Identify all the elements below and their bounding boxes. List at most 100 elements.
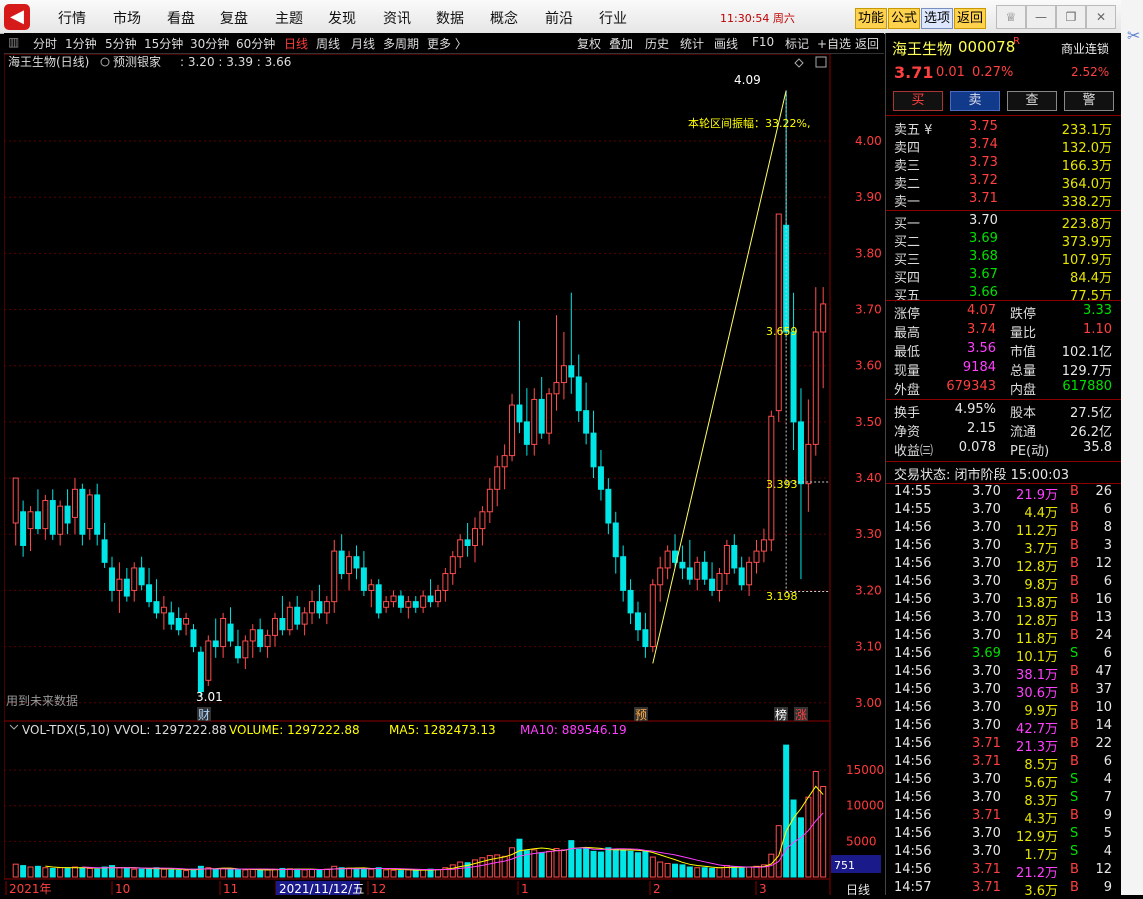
tool-button[interactable]: +自选 <box>817 35 851 52</box>
tick-volume: 10.1万 <box>1016 650 1058 665</box>
volume-bar <box>664 862 671 878</box>
scissors-icon[interactable]: ✂ <box>1127 26 1140 45</box>
app-logo-icon[interactable]: ◀ <box>4 4 30 30</box>
tick-row[interactable]: 14:56 3.70 42.7万 B 14 <box>886 718 1122 737</box>
tick-row[interactable]: 14:56 3.71 8.5万 B 6 <box>886 754 1122 773</box>
tick-row[interactable]: 14:56 3.70 8.3万 S 7 <box>886 790 1122 809</box>
function-button[interactable]: 功能 <box>855 8 888 29</box>
period-tab[interactable]: 周线 <box>316 35 340 52</box>
options-button[interactable]: 选项 <box>921 8 954 29</box>
tick-row[interactable]: 14:56 3.70 1.7万 S 4 <box>886 844 1122 863</box>
kline-chart[interactable]: 4.00 3.90 3.80 3.70 3.60 3.50 3.40 3.30 3.20 3.10… <box>4 54 884 895</box>
period-tab[interactable]: 30分钟 <box>190 35 229 52</box>
tick-row[interactable]: 14:56 3.70 11.2万 B 8 <box>886 520 1122 539</box>
menu-item[interactable]: 资讯 <box>383 8 411 28</box>
candle-body <box>420 595 427 608</box>
period-tab[interactable]: 15分钟 <box>144 35 183 52</box>
tick-row[interactable]: 14:56 3.70 5.6万 S 4 <box>886 772 1122 791</box>
menu-item[interactable]: 前沿 <box>545 8 573 28</box>
candle-body <box>42 500 49 530</box>
tool-button[interactable]: F10 <box>752 35 774 49</box>
tick-row[interactable]: 14:56 3.70 13.8万 B 16 <box>886 592 1122 611</box>
tick-row[interactable]: 14:56 3.70 11.8万 B 24 <box>886 628 1122 647</box>
tool-button[interactable]: 历史 <box>645 35 669 52</box>
tick-row[interactable]: 14:56 3.70 12.9万 S 5 <box>886 826 1122 845</box>
return-button[interactable]: 返回 <box>954 8 987 29</box>
tick-row[interactable]: 14:56 3.70 3.7万 B 3 <box>886 538 1122 557</box>
candle-body <box>797 421 804 485</box>
menu-item[interactable]: 看盘 <box>167 8 195 28</box>
tool-button[interactable]: 返回 <box>855 35 879 52</box>
menu-item[interactable]: 概念 <box>490 8 518 28</box>
tick-row[interactable]: 14:56 3.70 30.6万 B 37 <box>886 682 1122 701</box>
limit-up-marker: 涨 <box>795 707 807 722</box>
tool-button[interactable]: 画线 <box>714 35 738 52</box>
tick-row[interactable]: 14:56 3.70 12.8万 B 13 <box>886 610 1122 629</box>
tick-row[interactable]: 14:56 3.71 4.3万 B 9 <box>886 808 1122 827</box>
period-tab[interactable]: 多周期 <box>383 35 419 52</box>
tool-button[interactable]: 标记 <box>785 35 809 52</box>
period-tab[interactable]: 更多 〉 <box>427 35 467 52</box>
alert-button[interactable]: 警 <box>1064 91 1114 111</box>
candle-body <box>686 567 693 580</box>
tick-row[interactable]: 14:56 3.70 9.9万 B 10 <box>886 700 1122 719</box>
buy-button[interactable]: 买 <box>893 91 943 111</box>
minimize-icon[interactable]: — <box>1026 5 1056 29</box>
query-button[interactable]: 查 <box>1007 91 1057 111</box>
candle-body <box>664 550 671 569</box>
menu-item[interactable]: 复盘 <box>220 8 248 28</box>
candle-body <box>449 556 456 575</box>
volume-bar <box>353 867 360 878</box>
tick-time: 14:56 <box>894 844 932 859</box>
volume-bar <box>783 744 790 878</box>
price-axis-label: 3.70 <box>855 303 882 317</box>
tick-row[interactable]: 14:57 3.71 3.6万 B 9 <box>886 880 1122 899</box>
menu-item[interactable]: 行业 <box>599 8 627 28</box>
candle-body <box>605 488 612 524</box>
menu-item[interactable]: 市场 <box>113 8 141 28</box>
ask-row[interactable]: 卖三 3.73 166.3万 <box>886 155 1122 174</box>
tool-button[interactable]: 叠加 <box>609 35 633 52</box>
tick-row[interactable]: 14:56 3.69 10.1万 S 6 <box>886 646 1122 665</box>
sell-button[interactable]: 卖 <box>950 91 1000 111</box>
ask-row[interactable]: 卖二 3.72 364.0万 <box>886 173 1122 192</box>
tick-volume: 30.6万 <box>1016 686 1058 701</box>
formula-button[interactable]: 公式 <box>888 8 921 29</box>
period-tab[interactable]: 月线 <box>351 35 375 52</box>
tick-time: 14:56 <box>894 736 932 751</box>
period-tab[interactable]: 日线 <box>284 35 308 52</box>
tick-row[interactable]: 14:55 3.70 21.9万 B 26 <box>886 484 1122 503</box>
tick-row[interactable]: 14:56 3.70 12.8万 B 12 <box>886 556 1122 575</box>
period-tab[interactable]: 60分钟 <box>236 35 275 52</box>
ask-row[interactable]: 卖四 3.74 132.0万 <box>886 137 1122 156</box>
bid-row[interactable]: 买二 3.69 373.9万 <box>886 231 1122 250</box>
ask-row[interactable]: 卖一 3.71 338.2万 <box>886 191 1122 210</box>
bid-row[interactable]: 买四 3.67 84.4万 <box>886 267 1122 286</box>
menu-item[interactable]: 发现 <box>328 8 356 28</box>
period-label: 日线 <box>846 883 870 895</box>
menu-item[interactable]: 数据 <box>436 8 464 28</box>
bid-row[interactable]: 买三 3.68 107.9万 <box>886 249 1122 268</box>
tool-button[interactable]: 统计 <box>680 35 704 52</box>
skin-icon[interactable]: ♕ <box>996 5 1026 29</box>
tick-count: 22 <box>1095 736 1112 751</box>
candle-body <box>464 539 471 546</box>
ask-row[interactable]: 卖五 ¥ 3.75 233.1万 <box>886 119 1122 138</box>
tick-row[interactable]: 14:56 3.70 9.8万 B 6 <box>886 574 1122 593</box>
tick-price: 3.69 <box>972 646 1001 661</box>
tool-button[interactable]: 复权 <box>577 35 601 52</box>
sector-tag[interactable]: 商业连锁 <box>1061 40 1109 57</box>
tick-row[interactable]: 14:56 3.71 21.3万 B 22 <box>886 736 1122 755</box>
menu-item[interactable]: 行情 <box>58 8 86 28</box>
restore-icon[interactable]: ❐ <box>1056 5 1086 29</box>
period-tab[interactable]: 分时 <box>33 35 57 52</box>
bid-row[interactable]: 买一 3.70 223.8万 <box>886 213 1122 232</box>
bid-price: 3.70 <box>969 213 998 228</box>
tick-row[interactable]: 14:55 3.70 4.4万 B 6 <box>886 502 1122 521</box>
period-tab[interactable]: 1分钟 <box>65 35 97 52</box>
tick-row[interactable]: 14:56 3.70 38.1万 B 47 <box>886 664 1122 683</box>
menu-item[interactable]: 主题 <box>275 8 303 28</box>
period-tab[interactable]: 5分钟 <box>105 35 137 52</box>
tick-row[interactable]: 14:56 3.71 21.2万 B 12 <box>886 862 1122 881</box>
close-icon[interactable]: ✕ <box>1086 5 1116 29</box>
